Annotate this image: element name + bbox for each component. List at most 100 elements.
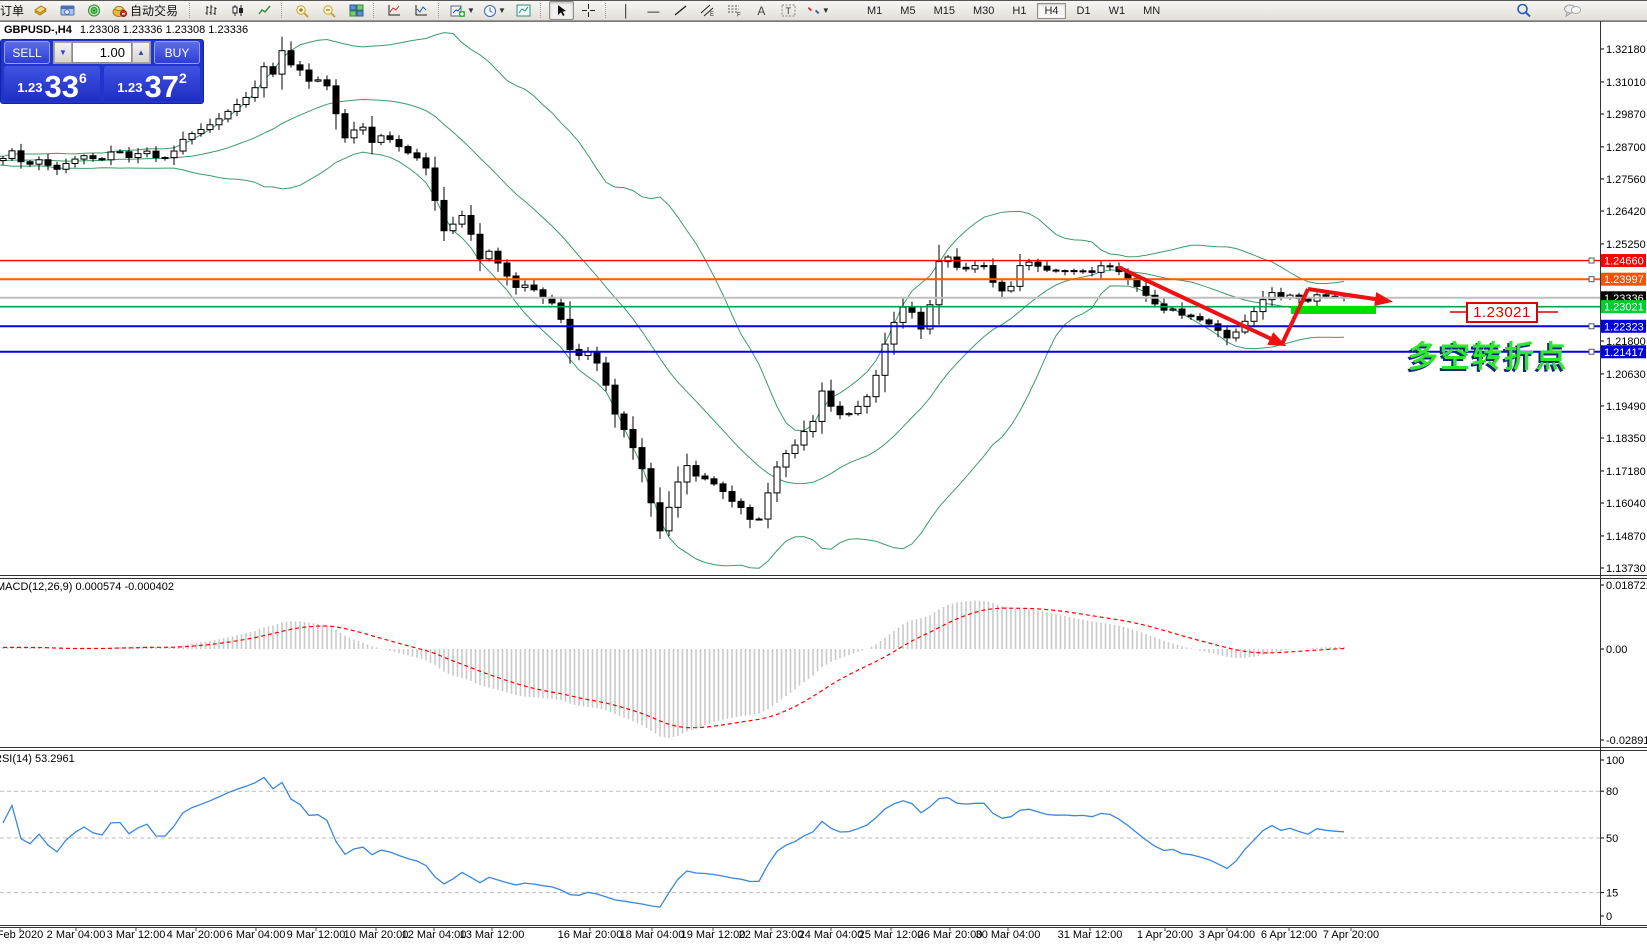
volume-input[interactable]: 1.00 xyxy=(72,42,132,63)
period-clock-button[interactable]: ▼ xyxy=(480,1,509,20)
svg-text:1.27560: 1.27560 xyxy=(1606,174,1646,186)
svg-text:12 Mar 04:00: 12 Mar 04:00 xyxy=(402,929,467,941)
svg-text:1.14870: 1.14870 xyxy=(1606,531,1646,543)
timeframe-bar: M1M5 M15M30H1H4 D1W1MN xyxy=(858,2,1169,19)
svg-text:18 Mar 04:00: 18 Mar 04:00 xyxy=(620,929,685,941)
bar-chart-mode-icon[interactable] xyxy=(198,1,223,20)
crosshair-tool[interactable] xyxy=(576,1,601,20)
price-annotation-box[interactable]: 1.23021 xyxy=(1466,302,1538,323)
rsi-axis: 1008050150 xyxy=(1600,755,1624,923)
timeframe-D1[interactable]: D1 xyxy=(1070,3,1098,19)
svg-text:Feb 2020: Feb 2020 xyxy=(0,929,43,941)
svg-text:1.21800: 1.21800 xyxy=(1606,336,1646,348)
sell-button[interactable]: SELL xyxy=(4,41,50,64)
svg-text:1.23997: 1.23997 xyxy=(1604,274,1644,286)
volume-up-button[interactable]: ▲ xyxy=(132,42,150,63)
green-highlight-bar xyxy=(1291,306,1376,314)
toolbar-separator xyxy=(189,3,194,18)
strategy-tester-icon[interactable] xyxy=(82,1,107,20)
trendline-tool[interactable] xyxy=(668,1,693,20)
svg-text:1 Apr 20:00: 1 Apr 20:00 xyxy=(1137,929,1193,941)
search-icon[interactable] xyxy=(1511,1,1536,20)
candlesticks xyxy=(0,37,1347,539)
svg-text:50: 50 xyxy=(1606,833,1618,845)
indicator-list-icon[interactable] xyxy=(409,1,434,20)
svg-text:2 Mar 04:00: 2 Mar 04:00 xyxy=(47,929,106,941)
svg-text:1.17180: 1.17180 xyxy=(1606,466,1646,478)
svg-text:1.28700: 1.28700 xyxy=(1606,142,1646,154)
volume-stepper: ▼ 1.00 ▲ xyxy=(53,41,151,64)
svg-text:24 Mar 04:00: 24 Mar 04:00 xyxy=(799,929,864,941)
timeframe-M15[interactable]: M15 xyxy=(927,3,962,19)
time-axis: Feb 2020 2 Mar 04:003 Mar 12:004 Mar 20:0… xyxy=(0,928,1379,941)
svg-text:19 Mar 12:00: 19 Mar 12:00 xyxy=(681,929,746,941)
autotrading-label: 自动交易 xyxy=(130,2,178,19)
tile-windows-icon[interactable] xyxy=(344,1,369,20)
fibonacci-tool[interactable]: F xyxy=(722,1,747,20)
vertical-line-tool[interactable]: │ xyxy=(614,1,639,20)
svg-text:T: T xyxy=(785,6,791,16)
svg-text:1.24660: 1.24660 xyxy=(1604,256,1644,268)
buy-price-panel[interactable]: 1.23 37 2 xyxy=(104,66,200,101)
candlestick-mode-icon[interactable] xyxy=(225,1,250,20)
svg-text:4 Mar 20:00: 4 Mar 20:00 xyxy=(167,929,226,941)
text-tool[interactable]: A xyxy=(749,1,774,20)
svg-text:1.20630: 1.20630 xyxy=(1606,369,1646,381)
volume-down-button[interactable]: ▼ xyxy=(54,42,72,63)
timeframe-MN[interactable]: MN xyxy=(1136,3,1167,19)
rsi-pane xyxy=(0,778,1600,908)
svg-text:3 Mar 12:00: 3 Mar 12:00 xyxy=(107,929,166,941)
svg-text:1.22323: 1.22323 xyxy=(1604,321,1644,333)
svg-text:1.13730: 1.13730 xyxy=(1606,563,1646,575)
buy-button[interactable]: BUY xyxy=(154,41,200,64)
autotrading-button[interactable]: 自动交易 xyxy=(109,1,185,20)
cursor-tool[interactable] xyxy=(549,1,574,20)
svg-text:6 Apr 12:00: 6 Apr 12:00 xyxy=(1261,929,1317,941)
svg-text:1.21417: 1.21417 xyxy=(1604,347,1644,359)
text-label-tool[interactable]: T xyxy=(776,1,801,20)
chart-template-icon[interactable] xyxy=(511,1,536,20)
svg-text:7 Apr 20:00: 7 Apr 20:00 xyxy=(1323,929,1379,941)
svg-text:26 Mar 20:00: 26 Mar 20:00 xyxy=(918,929,983,941)
zoom-out-icon[interactable] xyxy=(317,1,342,20)
svg-text:1.18350: 1.18350 xyxy=(1606,433,1646,445)
chat-icon[interactable] xyxy=(1559,1,1584,20)
add-indicator-button[interactable]: ▼ xyxy=(447,1,478,20)
timeframe-H1[interactable]: H1 xyxy=(1005,3,1033,19)
timeframe-H4[interactable]: H4 xyxy=(1037,3,1065,19)
svg-text:-0.028913: -0.028913 xyxy=(1606,735,1647,747)
toolbar-separator xyxy=(281,3,286,18)
bollinger-bands xyxy=(0,33,1344,569)
line-chart-mode-icon[interactable] xyxy=(252,1,277,20)
arrows-tool[interactable]: ▼ xyxy=(803,1,833,20)
svg-text:1.29870: 1.29870 xyxy=(1606,109,1646,121)
toolbar: 新订单 自动交易 ▼ xyxy=(0,1,1647,21)
zoom-in-icon[interactable] xyxy=(290,1,315,20)
terminal-window-icon[interactable] xyxy=(55,1,80,20)
svg-text:6 Mar 04:00: 6 Mar 04:00 xyxy=(227,929,286,941)
sell-price-panel[interactable]: 1.23 33 6 xyxy=(4,66,100,101)
toolbar-separator xyxy=(540,3,545,18)
new-order-button[interactable]: 新订单 xyxy=(0,2,24,19)
channel-tool[interactable]: E xyxy=(695,1,720,20)
buy-price-big: 37 xyxy=(145,74,179,99)
toolbar-separator xyxy=(373,3,378,18)
toolbar-right xyxy=(1510,1,1585,19)
svg-text:22 Mar 23:00: 22 Mar 23:00 xyxy=(739,929,804,941)
chart-title: GBPUSD-,H41.23308 1.23336 1.23308 1.2333… xyxy=(4,24,248,36)
macd-axis: 0.0187210.00-0.028913 xyxy=(1600,580,1647,747)
svg-text:1.19490: 1.19490 xyxy=(1606,401,1646,413)
sell-price-big: 33 xyxy=(45,74,79,99)
svg-text:31 Mar 12:00: 31 Mar 12:00 xyxy=(1058,929,1123,941)
svg-text:15: 15 xyxy=(1606,888,1618,900)
timeframe-M1[interactable]: M1 xyxy=(860,3,889,19)
chart-area: 1.246601.239971.233361.230211.223231.214… xyxy=(0,1,1647,944)
turning-point-annotation: 多空转折点 xyxy=(1408,332,1568,376)
timeframe-M30[interactable]: M30 xyxy=(966,3,1001,19)
timeframe-W1[interactable]: W1 xyxy=(1102,3,1133,19)
svg-text:1.31010: 1.31010 xyxy=(1606,77,1646,89)
indicator-window-icon[interactable] xyxy=(382,1,407,20)
timeframe-M5[interactable]: M5 xyxy=(893,3,922,19)
market-watch-icon[interactable] xyxy=(28,1,53,20)
horizontal-line-tool[interactable]: — xyxy=(641,1,666,20)
